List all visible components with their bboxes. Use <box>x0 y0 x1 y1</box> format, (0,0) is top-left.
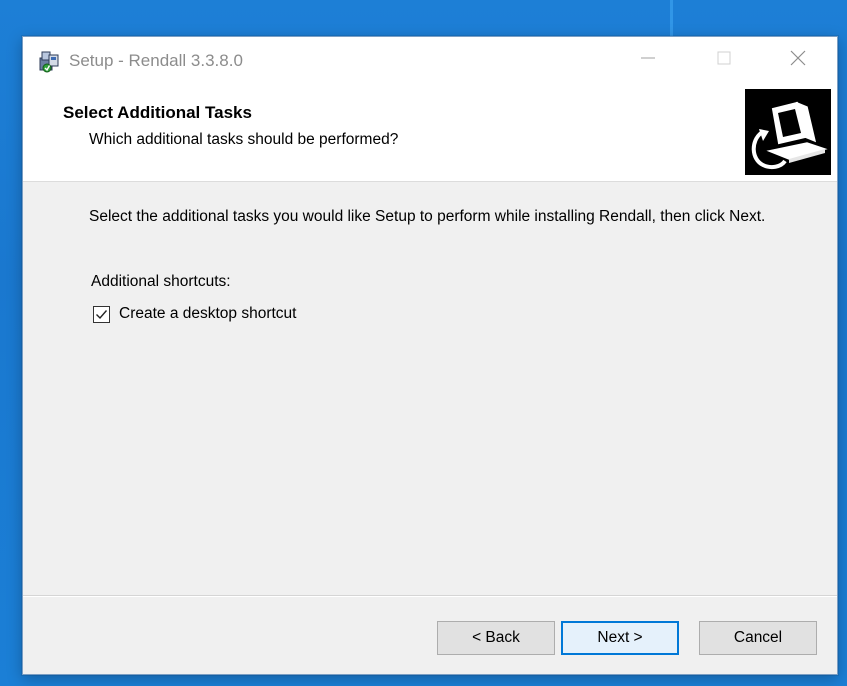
desktop-shortcut-checkbox[interactable] <box>93 305 110 323</box>
maximize-icon <box>717 51 731 70</box>
page-title: Select Additional Tasks <box>63 103 252 122</box>
desktop-background <box>670 0 673 40</box>
maximize-button[interactable] <box>695 37 753 83</box>
checkmark-icon <box>96 309 108 319</box>
page-subtitle: Which additional tasks should be perform… <box>89 131 399 148</box>
window-title: Setup - Rendall 3.3.8.0 <box>69 51 243 70</box>
setup-app-icon <box>37 49 61 73</box>
close-icon <box>790 50 806 71</box>
instructions-text: Select the additional tasks you would li… <box>89 208 766 225</box>
minimize-button[interactable] <box>619 37 677 83</box>
setup-dialog: Setup - Rendall 3.3.8.0 Select Additiona… <box>22 36 838 675</box>
back-button[interactable]: < Back <box>437 621 555 655</box>
additional-shortcuts-label: Additional shortcuts: <box>91 273 231 290</box>
minimize-icon <box>641 51 655 70</box>
close-button[interactable] <box>769 37 827 83</box>
desktop-shortcut-label: Create a desktop shortcut <box>119 305 297 322</box>
footer-divider <box>23 595 837 597</box>
next-button[interactable]: Next > <box>561 621 679 655</box>
desktop-shortcut-task[interactable]: Create a desktop shortcut <box>93 305 297 323</box>
title-bar[interactable]: Setup - Rendall 3.3.8.0 <box>23 37 837 85</box>
computer-install-icon <box>745 89 831 175</box>
cancel-button[interactable]: Cancel <box>699 621 817 655</box>
